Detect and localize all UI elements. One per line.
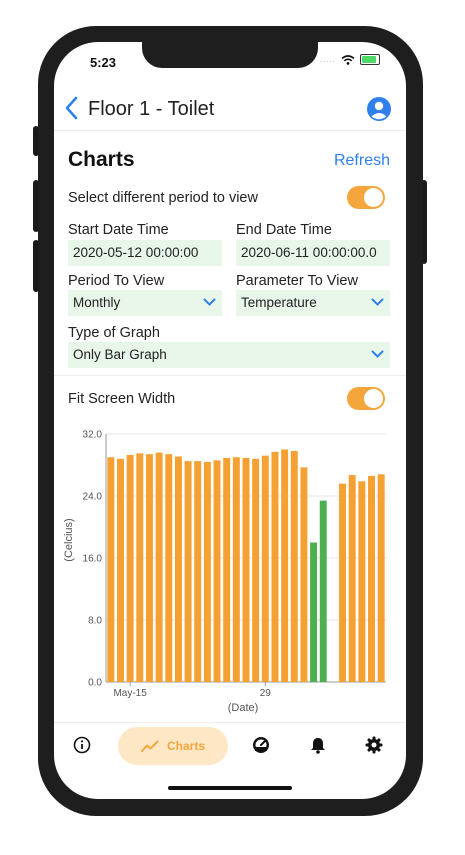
x-tick-label: 29: [260, 688, 272, 699]
bar: [203, 461, 211, 682]
end-date-label: End Date Time: [236, 222, 332, 238]
y-axis-label: (Celcius): [63, 518, 75, 561]
section-divider: [54, 375, 406, 376]
period-toggle-switch[interactable]: [347, 186, 385, 209]
battery-icon: [360, 54, 380, 65]
chevron-down-icon: [371, 350, 384, 358]
graph-type-select[interactable]: Only Bar Graph: [68, 342, 390, 368]
gear-icon[interactable]: [365, 736, 383, 754]
bar: [281, 449, 289, 682]
info-icon[interactable]: [73, 736, 91, 754]
user-account-icon[interactable]: [366, 96, 392, 122]
bar: [252, 458, 260, 682]
bar: [107, 457, 115, 682]
bottom-tab-bar: Charts: [54, 722, 406, 768]
bar: [348, 475, 356, 682]
back-chevron-icon[interactable]: [64, 96, 78, 120]
chevron-down-icon: [371, 298, 384, 306]
end-date-field[interactable]: 2020-06-11 00:00:00.0: [236, 240, 390, 266]
bar: [377, 474, 385, 682]
bar: [165, 454, 173, 682]
x-axis-label: (Date): [228, 702, 259, 714]
fit-width-toggle-switch[interactable]: [347, 387, 385, 410]
refresh-button[interactable]: Refresh: [334, 152, 390, 170]
bar: [194, 461, 202, 682]
temperature-bar-chart: 0.0 8.0 16.0 24.0 32.0 May-15 29(Date) (Celcius…: [63, 430, 386, 714]
y-tick-label: 24.0: [83, 492, 103, 503]
y-tick-label: 0.0: [88, 678, 102, 689]
bar: [126, 454, 134, 682]
y-tick-label: 8.0: [88, 616, 102, 627]
bar: [223, 458, 231, 682]
bar: [358, 481, 366, 682]
home-indicator: [168, 786, 292, 790]
start-date-label: Start Date Time: [68, 222, 169, 238]
bar: [155, 452, 163, 682]
fit-width-label: Fit Screen Width: [68, 391, 176, 407]
page-title: Floor 1 - Toilet: [88, 98, 215, 120]
start-date-field[interactable]: 2020-05-12 00:00:00: [68, 240, 222, 266]
bar: [339, 483, 347, 682]
parameter-label: Parameter To View: [236, 273, 358, 289]
bar: [290, 451, 298, 682]
bar: [213, 460, 221, 682]
bar: [184, 461, 192, 682]
bar: [117, 458, 124, 682]
period-select[interactable]: Monthly: [68, 290, 222, 316]
period-value: Monthly: [73, 295, 121, 310]
bar: [319, 500, 327, 682]
y-tick-label: 32.0: [83, 430, 103, 441]
bar: [271, 451, 279, 682]
tab-charts-label: Charts: [166, 739, 205, 753]
graph-type-label: Type of Graph: [68, 325, 160, 341]
chart-line-icon: [140, 740, 159, 752]
bar: [300, 467, 308, 682]
bar: [174, 456, 182, 682]
graph-type-value: Only Bar Graph: [73, 347, 167, 362]
navigation-bar: Floor 1 - Toilet: [54, 88, 406, 131]
notch: [142, 42, 318, 68]
status-icons: .....: [320, 54, 380, 65]
charts-heading: Charts: [68, 148, 135, 171]
dashboard-gauge-icon[interactable]: [252, 736, 270, 754]
period-toggle-label: Select different period to view: [68, 190, 258, 206]
bar: [261, 455, 269, 682]
parameter-value: Temperature: [241, 295, 317, 310]
bar: [145, 454, 153, 682]
x-tick-label: May-15: [113, 688, 147, 699]
bar: [310, 542, 318, 682]
bar: [368, 475, 375, 682]
phone-screen: 5:23 ..... Floor 1 - Toilet Charts Refre…: [54, 42, 406, 799]
wifi-icon: [341, 54, 355, 65]
y-tick-label: 16.0: [83, 554, 103, 565]
bar: [136, 453, 144, 682]
tab-charts[interactable]: Charts: [118, 727, 228, 765]
signal-dots: .....: [319, 55, 336, 64]
period-label: Period To View: [68, 273, 165, 289]
chevron-down-icon: [203, 298, 216, 306]
status-time: 5:23: [90, 55, 117, 70]
bar: [232, 457, 240, 682]
bar: [242, 458, 250, 682]
parameter-select[interactable]: Temperature: [236, 290, 390, 316]
bell-icon[interactable]: [309, 736, 327, 754]
